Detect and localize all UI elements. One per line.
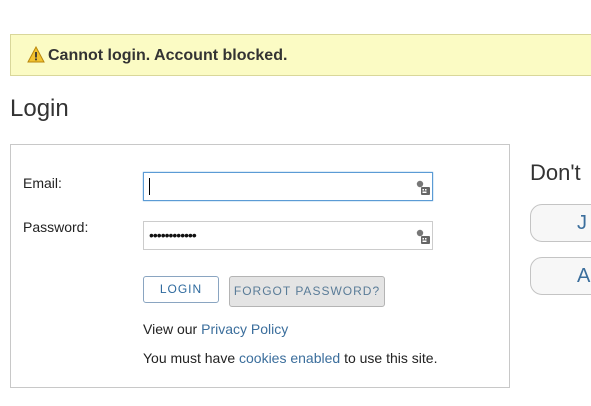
email-label: Email: xyxy=(23,175,62,191)
signup-heading: Don't xyxy=(530,160,581,185)
signup-button[interactable]: J xyxy=(530,204,591,242)
page-title: Login xyxy=(10,95,69,122)
privacy-prefix: View our xyxy=(143,321,202,337)
virtual-keyboard-icon[interactable] xyxy=(415,228,430,244)
cookies-line: You must have cookies enabled to use thi… xyxy=(143,350,437,366)
privacy-policy-link[interactable]: Privacy Policy xyxy=(201,321,288,337)
login-page: Cannot login. Account blocked. Login Ema… xyxy=(0,0,591,406)
cookies-enabled-link[interactable]: cookies enabled xyxy=(239,350,340,366)
cookies-suffix: to use this site. xyxy=(340,350,438,366)
login-button[interactable]: LOGIN xyxy=(143,276,219,303)
text-caret xyxy=(149,178,150,195)
secondary-signup-button[interactable]: A xyxy=(530,257,591,295)
forgot-password-button[interactable]: FORGOT PASSWORD? xyxy=(229,276,385,307)
cookies-prefix: You must have xyxy=(143,350,239,366)
alert-banner: Cannot login. Account blocked. xyxy=(10,34,591,76)
email-field[interactable] xyxy=(143,172,433,201)
password-field[interactable]: •••••••••••• xyxy=(143,221,433,250)
virtual-keyboard-icon[interactable] xyxy=(415,179,430,195)
login-form: Email: Password: •••••••••••• LOGIN FORG… xyxy=(10,144,510,388)
warning-icon xyxy=(27,46,45,63)
privacy-line: View our Privacy Policy xyxy=(143,321,288,337)
password-label: Password: xyxy=(23,219,89,235)
alert-message: Cannot login. Account blocked. xyxy=(48,47,288,64)
password-mask: •••••••••••• xyxy=(149,227,197,243)
